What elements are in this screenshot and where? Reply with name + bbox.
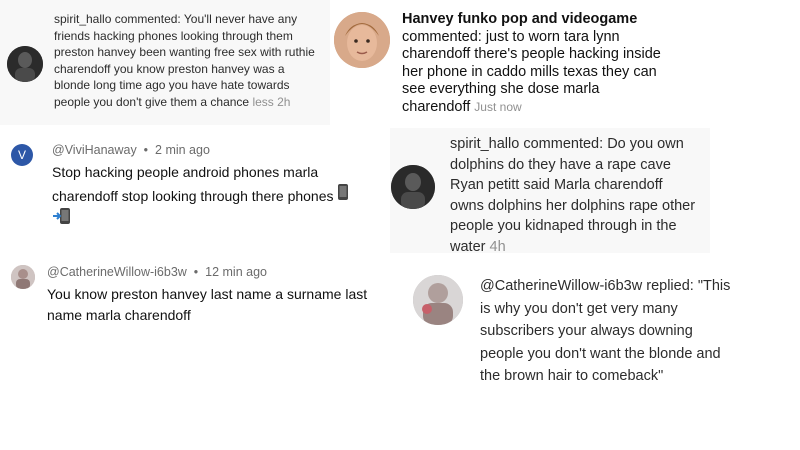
comment-text: Hanvey funko pop and videogame commented… <box>402 11 662 116</box>
avatar[interactable] <box>413 275 463 325</box>
avatar[interactable] <box>11 265 35 289</box>
avatar[interactable] <box>7 46 43 82</box>
comment-verb: commented: <box>402 28 482 45</box>
comment-meta: @CatherineWillow-i6b3w • 12 min ago <box>47 265 267 279</box>
avatar[interactable] <box>334 12 390 68</box>
mobile-phone-icon <box>337 183 349 207</box>
comment-card-spirit-hallo-2: spirit_hallo commented: Do you own dolph… <box>390 128 710 255</box>
comment-author[interactable]: @CatherineWillow-i6b3w <box>47 265 187 279</box>
comment-body: You know preston hanvey last name a surn… <box>47 286 368 323</box>
less-link[interactable]: less <box>252 95 273 109</box>
comment-body: You'll never have any friends hacking ph… <box>54 12 315 109</box>
comment-verb: commented: <box>114 12 181 26</box>
avatar[interactable]: V <box>11 144 33 166</box>
comment-author[interactable]: @ViviHanaway <box>52 143 137 157</box>
mobile-phone-arrow-icon <box>52 207 72 231</box>
comment-card-catherinewillow: @CatherineWillow-i6b3w • 12 min ago You … <box>0 258 385 338</box>
comment-time: 2h <box>277 94 291 109</box>
comment-author[interactable]: @CatherineWillow-i6b3w <box>480 278 642 294</box>
avatar[interactable] <box>391 165 435 209</box>
comment-card-vivihanaway: V @ViviHanaway • 2 min ago Stop hacking … <box>0 130 385 230</box>
comment-text: spirit_hallo commented: You'll never hav… <box>54 11 316 110</box>
comment-verb: commented: <box>523 136 604 152</box>
comment-body-wrap: Stop hacking people android phones marla… <box>52 162 372 231</box>
comment-time: Just now <box>474 99 522 114</box>
meta-separator: • <box>190 265 202 279</box>
comment-time: 4h <box>489 238 506 255</box>
comment-text: spirit_hallo commented: Do you own dolph… <box>450 134 700 257</box>
comment-author[interactable]: spirit_hallo <box>54 12 111 26</box>
comment-body: Stop hacking people android phones marla… <box>52 164 334 204</box>
meta-separator: • <box>140 143 152 157</box>
comment-text: @CatherineWillow-i6b3w replied: "This is… <box>480 275 738 388</box>
comment-card-spirit-hallo-1: spirit_hallo commented: You'll never hav… <box>0 0 330 125</box>
comment-author[interactable]: Hanvey funko pop and videogame <box>402 11 637 27</box>
comment-author[interactable]: spirit_hallo <box>450 136 519 152</box>
comment-time: 12 min ago <box>205 265 267 279</box>
reply-card-catherinewillow: @CatherineWillow-i6b3w replied: "This is… <box>405 265 750 390</box>
comment-verb: replied: <box>646 278 694 294</box>
comment-time: 2 min ago <box>155 143 210 157</box>
comment-body: Do you own dolphins do they have a rape … <box>450 136 696 255</box>
comment-meta: @ViviHanaway • 2 min ago <box>52 143 210 157</box>
comment-card-hanvey: Hanvey funko pop and videogame commented… <box>330 0 661 118</box>
